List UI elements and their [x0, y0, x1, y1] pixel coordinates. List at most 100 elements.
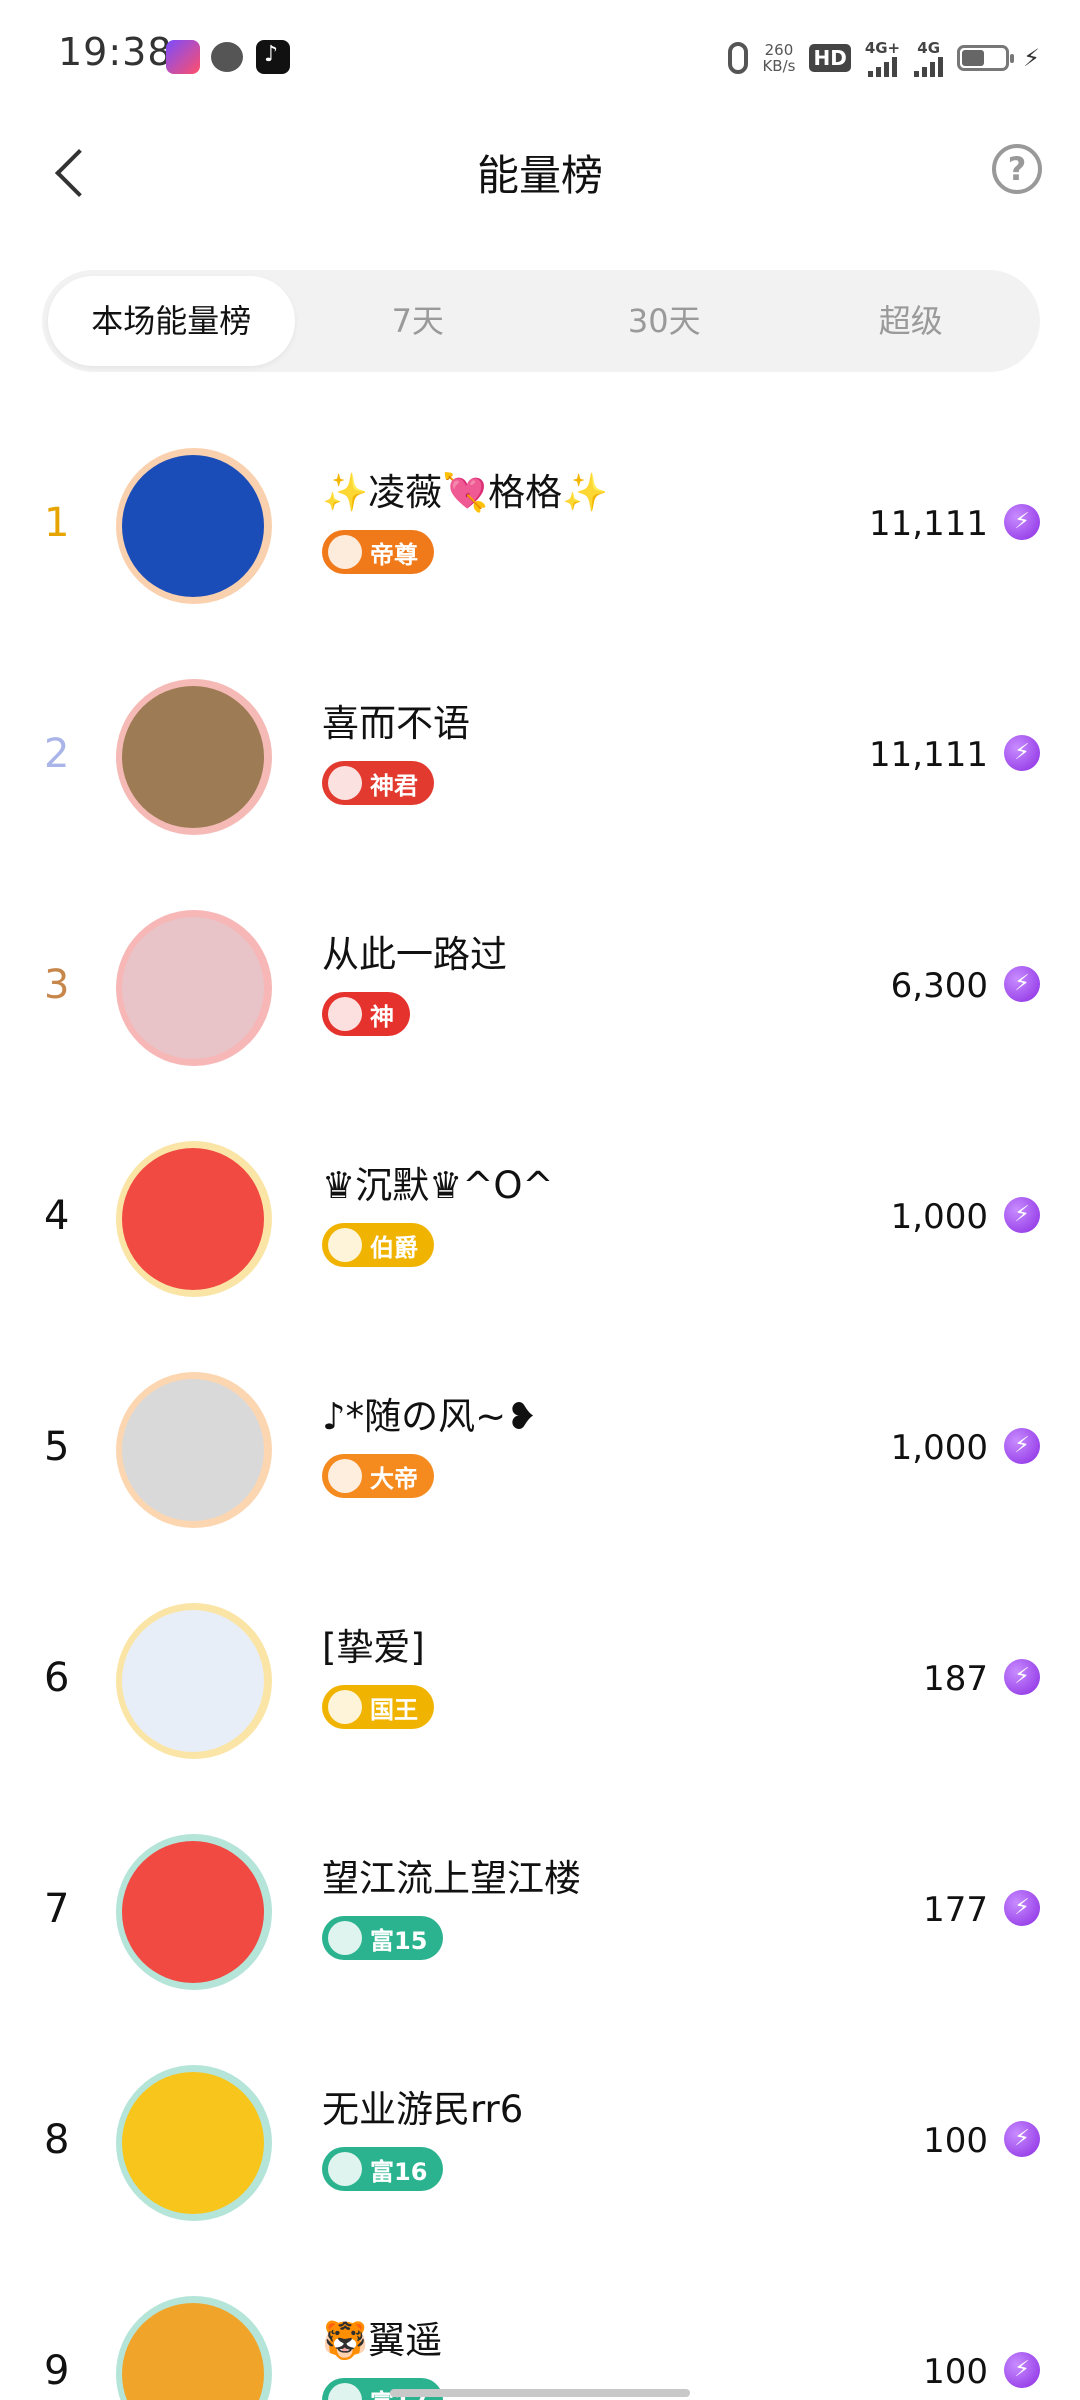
energy-score: 11,111 [869, 504, 988, 544]
ranking-row[interactable]: 6 [挚爱] 国王 187 ⚡ [0, 1565, 1080, 1796]
energy-score: 187 [923, 1659, 988, 1699]
user-name: 望江流上望江楼 [322, 1857, 581, 1900]
badge-icon [328, 1459, 362, 1493]
badge-icon [328, 1690, 362, 1724]
level-badge: 富16 [322, 2147, 444, 2191]
battery-icon [957, 45, 1015, 71]
energy-score: 100 [923, 2352, 988, 2392]
user-name: [挚爱] [322, 1626, 425, 1669]
ranking-row[interactable]: 8 无业游民rr6 富16 100 ⚡ [0, 2027, 1080, 2258]
app-notification-icon [166, 40, 200, 74]
ranking-row[interactable]: 1 ✨凌薇💘格格✨ 帝尊 11,111 ⚡ [0, 410, 1080, 641]
user-name: 喜而不语 [322, 702, 470, 745]
rank-number: 8 [44, 2117, 70, 2163]
ranking-row[interactable]: 9 🐯翼遥 富17 100 ⚡ [0, 2258, 1080, 2400]
badge-icon [328, 1921, 362, 1955]
rank-number: 4 [44, 1193, 70, 1239]
network-speed: 260 KB/s [762, 42, 795, 74]
energy-score: 6,300 [890, 966, 988, 1006]
level-badge: 神 [322, 992, 410, 1036]
rank-number: 2 [44, 731, 70, 777]
energy-icon: ⚡ [1004, 1659, 1040, 1695]
badge-label: 国王 [370, 1695, 418, 1724]
ranking-row[interactable]: 4 ♛沉默♛^O^ 伯爵 1,000 ⚡ [0, 1103, 1080, 1334]
avatar[interactable] [122, 1148, 264, 1290]
rank-number: 9 [44, 2348, 70, 2394]
badge-label: 大帝 [370, 1464, 418, 1493]
net2-label: 4G [917, 39, 941, 57]
microphone-icon [728, 42, 749, 74]
energy-score: 177 [923, 1890, 988, 1930]
user-name: ♛沉默♛^O^ [322, 1164, 554, 1207]
energy-icon: ⚡ [1004, 1428, 1040, 1464]
level-badge: 国王 [322, 1685, 434, 1729]
badge-icon [328, 1228, 362, 1262]
tab-30-days[interactable]: 30天 [541, 276, 788, 366]
signal-4g-icon: 4G [914, 39, 944, 77]
ranking-row[interactable]: 7 望江流上望江楼 富15 177 ⚡ [0, 1796, 1080, 2027]
avatar[interactable] [122, 1379, 264, 1521]
user-name: 无业游民rr6 [322, 2088, 524, 2131]
avatar[interactable] [122, 917, 264, 1059]
tiktok-icon [256, 40, 290, 74]
rank-number: 7 [44, 1886, 70, 1932]
energy-score: 100 [923, 2121, 988, 2161]
status-indicators: 260 KB/s HD 4G+ 4G ⚡ [728, 36, 1040, 80]
level-badge: 大帝 [322, 1454, 434, 1498]
energy-score: 11,111 [869, 735, 988, 775]
rank-number: 6 [44, 1655, 70, 1701]
badge-label: 伯爵 [370, 1233, 418, 1262]
energy-icon: ⚡ [1004, 735, 1040, 771]
ranking-row[interactable]: 2 喜而不语 神君 11,111 ⚡ [0, 641, 1080, 872]
avatar[interactable] [122, 1610, 264, 1752]
energy-icon: ⚡ [1004, 2352, 1040, 2388]
user-name: 🐯翼遥 [322, 2319, 443, 2362]
energy-score: 1,000 [890, 1197, 988, 1237]
energy-icon: ⚡ [1004, 1197, 1040, 1233]
period-tabs: 本场能量榜 7天 30天 超级 [42, 270, 1040, 372]
home-indicator[interactable] [390, 2389, 690, 2397]
level-badge: 帝尊 [322, 530, 434, 574]
badge-label: 富16 [370, 2157, 428, 2186]
charging-icon: ⚡ [1023, 44, 1040, 72]
badge-icon [328, 997, 362, 1031]
avatar[interactable] [122, 686, 264, 828]
badge-label: 神 [370, 1002, 394, 1031]
ranking-row[interactable]: 5 ♪*随の风~❥ 大帝 1,000 ⚡ [0, 1334, 1080, 1565]
avatar[interactable] [122, 455, 264, 597]
tab-7-days[interactable]: 7天 [295, 276, 542, 366]
energy-icon: ⚡ [1004, 2121, 1040, 2157]
avatar[interactable] [122, 1841, 264, 1983]
energy-icon: ⚡ [1004, 504, 1040, 540]
level-badge: 神君 [322, 761, 434, 805]
badge-label: 神君 [370, 771, 418, 800]
badge-icon [328, 2383, 362, 2400]
page-title: 能量榜 [476, 151, 603, 200]
avatar[interactable] [122, 2072, 264, 2214]
rank-number: 1 [44, 500, 70, 546]
energy-icon: ⚡ [1004, 1890, 1040, 1926]
speed-unit: KB/s [762, 57, 796, 75]
signal-4g-plus-icon: 4G+ [865, 39, 900, 77]
ranking-list: 1 ✨凌薇💘格格✨ 帝尊 11,111 ⚡ 2 喜而不语 神君 11,111 ⚡… [0, 410, 1080, 2400]
energy-icon: ⚡ [1004, 966, 1040, 1002]
header: 能量榜 ? [0, 120, 1080, 220]
energy-score: 1,000 [890, 1428, 988, 1468]
tab-super[interactable]: 超级 [788, 276, 1035, 366]
status-time: 19:38 [58, 30, 173, 74]
rank-number: 5 [44, 1424, 70, 1470]
help-icon[interactable]: ? [992, 144, 1042, 194]
net1-label: 4G+ [864, 39, 901, 57]
level-badge: 伯爵 [322, 1223, 434, 1267]
badge-icon [328, 766, 362, 800]
tab-current-session[interactable]: 本场能量榜 [48, 276, 295, 366]
badge-icon [328, 2152, 362, 2186]
user-name: ♪*随の风~❥ [322, 1395, 538, 1438]
badge-icon [328, 535, 362, 569]
rank-number: 3 [44, 962, 70, 1008]
message-icon [211, 42, 243, 72]
badge-label: 帝尊 [370, 540, 418, 569]
user-name: ✨凌薇💘格格✨ [322, 471, 609, 514]
hd-icon: HD [809, 44, 851, 72]
ranking-row[interactable]: 3 从此一路过 神 6,300 ⚡ [0, 872, 1080, 1103]
